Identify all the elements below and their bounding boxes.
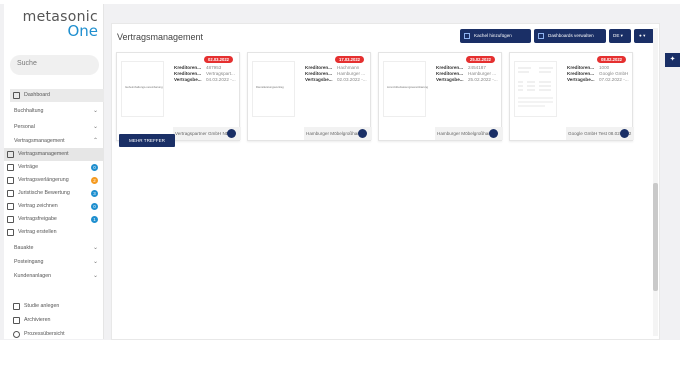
document-icon bbox=[7, 177, 14, 184]
page-title: Vertragsmanagement bbox=[117, 32, 204, 42]
sidebar-item-label: Vertragsverlängerung bbox=[18, 177, 69, 183]
document-thumbnail: Lizenzüberlassungsvereinbarung bbox=[383, 61, 428, 117]
sidebar-item-posteingang[interactable]: Posteingang ⌄ bbox=[10, 256, 104, 269]
document-thumbnail: Geheimhaltungs-vereinbarung bbox=[121, 61, 164, 117]
dashboard-icon bbox=[13, 92, 20, 99]
document-thumbnail bbox=[514, 61, 557, 117]
sidebar-item-vertragsmanagement[interactable]: Vertragsmanagement ⌃ bbox=[10, 135, 104, 148]
document-icon bbox=[13, 303, 20, 310]
document-preview-lines bbox=[518, 67, 553, 107]
sidebar-item-label: Kundenanlagen bbox=[14, 273, 52, 279]
dashboard-icon bbox=[7, 151, 14, 158]
sidebar-item-label: Bauakte bbox=[14, 245, 34, 251]
card-fields: Kreditoren... Hachmann Kreditoren... Hambu… bbox=[305, 65, 367, 82]
logo-bottom: One bbox=[67, 22, 98, 40]
chevron-down-icon: ⌄ bbox=[92, 259, 98, 265]
sidebar-item-label: Studie anlegen bbox=[24, 303, 60, 309]
chevron-up-icon: ⌃ bbox=[92, 138, 98, 144]
menu-icon[interactable] bbox=[620, 129, 629, 138]
scrollbar[interactable] bbox=[653, 28, 658, 336]
sidebar-item-studie-anlegen[interactable]: Studie anlegen bbox=[10, 300, 104, 313]
sidebar-item-personal[interactable]: Personal ⌄ bbox=[10, 121, 104, 134]
contract-card[interactable]: Geheimhaltungs-vereinbarung 02.03.2022 K… bbox=[116, 52, 241, 141]
date-badge: 02.03.2022 bbox=[204, 56, 233, 63]
document-icon bbox=[7, 164, 14, 171]
card-fields: Kreditoren... 1000 Kreditoren... Google Gm… bbox=[567, 65, 629, 82]
main-panel: Vertragsmanagement Kachel hinzufügen Das… bbox=[111, 23, 660, 340]
document-icon bbox=[7, 216, 14, 223]
card-fields: Kreditoren... 487953 Kreditoren... Vertrag… bbox=[174, 65, 236, 82]
menu-icon[interactable] bbox=[227, 129, 236, 138]
sidebar-item-label: Vertrag zeichnen bbox=[18, 203, 58, 209]
footer-area bbox=[0, 340, 680, 371]
sidebar: metasonic One Suche Dashboard Buchhaltun… bbox=[4, 4, 104, 339]
sidebar-item-label: Personal bbox=[14, 124, 35, 130]
date-badge: 17.03.2022 bbox=[335, 56, 364, 63]
contract-card[interactable]: Lizenzüberlassungsvereinbarung 25.02.202… bbox=[378, 52, 503, 141]
sidebar-item-vertrag-zeichnen[interactable]: Vertrag zeichnen 0 bbox=[4, 200, 104, 213]
sidebar-item-vertragsfreigabe[interactable]: Vertragsfreigabe 1 bbox=[4, 213, 104, 226]
menu-icon[interactable] bbox=[358, 129, 367, 138]
document-thumbnail: Dienstleistungsvertrag bbox=[252, 61, 295, 117]
count-badge: 0 bbox=[91, 203, 98, 210]
sidebar-item-label: Dashboard bbox=[24, 92, 50, 98]
document-icon bbox=[7, 190, 14, 197]
user-menu-button[interactable]: ● ▾ bbox=[634, 29, 654, 43]
sidebar-item-dashboard[interactable]: Dashboard bbox=[10, 89, 104, 102]
card-fields: Kreditoren... 2454187 Kreditoren... Hambur… bbox=[436, 65, 498, 82]
sidebar-item-archivieren[interactable]: Archivieren bbox=[10, 314, 104, 327]
menu-icon[interactable] bbox=[489, 129, 498, 138]
date-badge: 08.02.2022 bbox=[597, 56, 626, 63]
sidebar-item-vertraege[interactable]: Verträge 0 bbox=[4, 161, 104, 174]
count-badge: 2 bbox=[91, 177, 98, 184]
contract-card[interactable]: Dienstleistungsvertrag 17.03.2022 Kredit… bbox=[247, 52, 372, 141]
date-badge: 25.02.2022 bbox=[466, 56, 495, 63]
sidebar-item-label: Archivieren bbox=[24, 317, 51, 323]
sidebar-item-label: Prozessübersicht bbox=[24, 331, 65, 337]
sidebar-item-label: Vertragsmanagement bbox=[14, 138, 65, 144]
sidebar-item-label: Vertragsfreigabe bbox=[18, 216, 57, 222]
chevron-down-icon: ⌄ bbox=[92, 108, 98, 114]
sidebar-item-buchhaltung[interactable]: Buchhaltung ⌄ bbox=[10, 105, 104, 118]
sidebar-item-label: Vertrag erstellen bbox=[18, 229, 57, 235]
count-badge: 3 bbox=[91, 190, 98, 197]
dashboard-icon bbox=[7, 229, 14, 236]
sidebar-item-vertragsverlaengerung[interactable]: Vertragsverlängerung 2 bbox=[4, 174, 104, 187]
add-tile-button[interactable]: Kachel hinzufügen bbox=[460, 29, 531, 43]
sidebar-item-bauakte[interactable]: Bauakte ⌄ bbox=[10, 242, 104, 255]
more-results-button[interactable]: MEHR TREFFER bbox=[119, 134, 175, 147]
app-logo[interactable]: metasonic One bbox=[10, 10, 98, 46]
sidebar-item-label: Buchhaltung bbox=[14, 108, 44, 114]
chevron-down-icon: ⌄ bbox=[92, 273, 98, 279]
dashboard-icon bbox=[538, 33, 544, 39]
process-icon bbox=[13, 331, 20, 338]
add-tile-icon bbox=[464, 33, 470, 39]
sidebar-item-label: Juristische Bewertung bbox=[18, 190, 70, 196]
archive-icon bbox=[13, 317, 20, 324]
sidebar-item-juristische-bewertung[interactable]: Juristische Bewertung 3 bbox=[4, 187, 104, 200]
chevron-down-icon: ⌄ bbox=[92, 124, 98, 130]
language-select[interactable]: DE ▾ bbox=[609, 29, 631, 43]
document-icon bbox=[7, 203, 14, 210]
search-input[interactable]: Suche bbox=[10, 55, 99, 75]
sidebar-item-label: Vertragsmanagement bbox=[18, 151, 69, 157]
manage-dashboards-button[interactable]: Dashboards verwalten bbox=[534, 29, 606, 43]
pin-icon[interactable]: ✦ bbox=[665, 53, 680, 67]
count-badge: 1 bbox=[91, 216, 98, 223]
count-badge: 0 bbox=[91, 164, 98, 171]
sidebar-item-vertragsmanagement-dashboard[interactable]: Vertragsmanagement bbox=[4, 148, 104, 161]
sidebar-item-kundenanlagen[interactable]: Kundenanlagen ⌄ bbox=[10, 270, 104, 283]
chevron-down-icon: ⌄ bbox=[92, 245, 98, 251]
sidebar-item-label: Verträge bbox=[18, 164, 39, 170]
sidebar-item-label: Posteingang bbox=[14, 259, 44, 265]
contract-card[interactable]: 08.02.2022 Kreditoren... 1000 Kreditoren.… bbox=[509, 52, 634, 141]
user-icon: ● bbox=[639, 33, 642, 38]
scrollbar-thumb[interactable] bbox=[653, 183, 658, 291]
sidebar-item-vertrag-erstellen[interactable]: Vertrag erstellen bbox=[4, 226, 104, 239]
